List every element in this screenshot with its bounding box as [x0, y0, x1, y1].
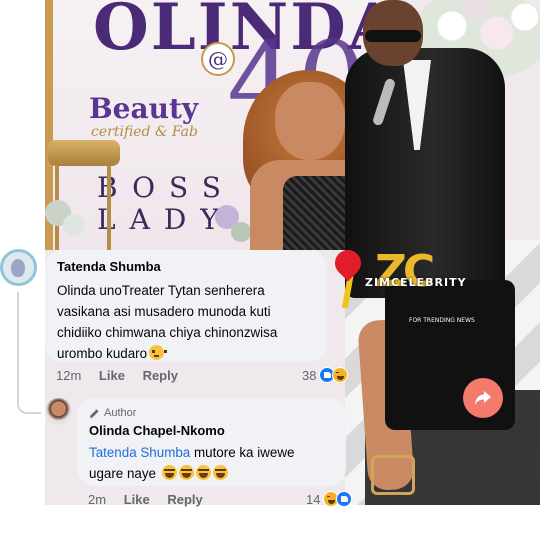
flushed-face-icon [149, 345, 168, 360]
stool-leg [107, 165, 111, 250]
haha-reaction-icon [332, 367, 349, 383]
watermark-pin-icon [329, 244, 367, 282]
reply-time[interactable]: 2m [88, 492, 106, 507]
zimcelebrity-watermark: ZC ZIMCELEBRITY FOR TRENDING NEWS [329, 244, 525, 326]
share-button[interactable] [463, 378, 503, 418]
reply-reaction-summary[interactable]: 14 [306, 491, 353, 507]
thread-line [17, 292, 19, 404]
reply-connector [17, 402, 41, 414]
reply-avatar[interactable] [45, 398, 72, 425]
reaction-summary[interactable]: 38 [302, 367, 349, 383]
pen-icon [90, 408, 99, 418]
like-button[interactable]: Like [99, 368, 125, 383]
gold-heel [371, 455, 415, 495]
balloon [63, 214, 85, 236]
reply-button[interactable]: Reply [143, 368, 178, 383]
like-button[interactable]: Like [124, 492, 150, 507]
reply-body-line1: mutore ka iwewe [190, 445, 295, 460]
reply-button[interactable]: Reply [167, 492, 202, 507]
author-badge: Author [89, 406, 334, 420]
sunglasses [365, 30, 421, 42]
share-icon [475, 391, 491, 405]
watermark-logo: ZC [375, 246, 435, 297]
laughing-face-icon [212, 465, 228, 480]
banner-at: @ [201, 42, 235, 76]
reply-actions: 2m Like Reply [88, 492, 217, 507]
watermark-brand: ZIMCELEBRITY [365, 276, 467, 289]
woman-face [275, 82, 345, 160]
reaction-count: 14 [306, 491, 321, 507]
avatar-figure [11, 259, 25, 277]
comment-actions: 12m Like Reply [56, 368, 192, 383]
comment-text: Olinda unoTreater Tytan senherera vasika… [57, 280, 315, 364]
banner-certified: certified & Fab [91, 124, 198, 140]
banner-lady-line: LADY [97, 203, 233, 236]
mention-link[interactable]: Tatenda Shumba [89, 445, 190, 460]
laughing-face-icon [178, 465, 194, 480]
reply-author[interactable]: Olinda Chapel-Nkomo [89, 423, 334, 439]
comment-bubble: Tatenda Shumba Olinda unoTreater Tytan s… [45, 250, 327, 362]
laughing-face-icon [195, 465, 211, 480]
banner-boss-line: BOSS [97, 171, 235, 204]
laughing-face-icon [161, 465, 177, 480]
reply-text: Tatenda Shumba mutore ka iwewe ugare nay… [89, 442, 334, 484]
banner-boss-lady: BOSS LADY [97, 172, 235, 236]
reply-bubble: Author Olinda Chapel-Nkomo Tatenda Shumb… [77, 398, 346, 486]
watermark-tagline: FOR TRENDING NEWS [409, 317, 475, 324]
like-reaction-icon [336, 491, 353, 507]
comment-author[interactable]: Tatenda Shumba [57, 259, 315, 275]
banner-beauty: Beauty [89, 92, 199, 125]
reply-body-line2: ugare naye [89, 466, 157, 481]
gold-stool [48, 140, 120, 166]
comment-time[interactable]: 12m [56, 368, 81, 383]
balloon [231, 222, 251, 242]
avatar[interactable] [0, 249, 37, 286]
author-badge-label: Author [104, 407, 137, 419]
comment-body: Olinda unoTreater Tytan senherera vasika… [57, 283, 278, 361]
reaction-count: 38 [302, 367, 317, 383]
